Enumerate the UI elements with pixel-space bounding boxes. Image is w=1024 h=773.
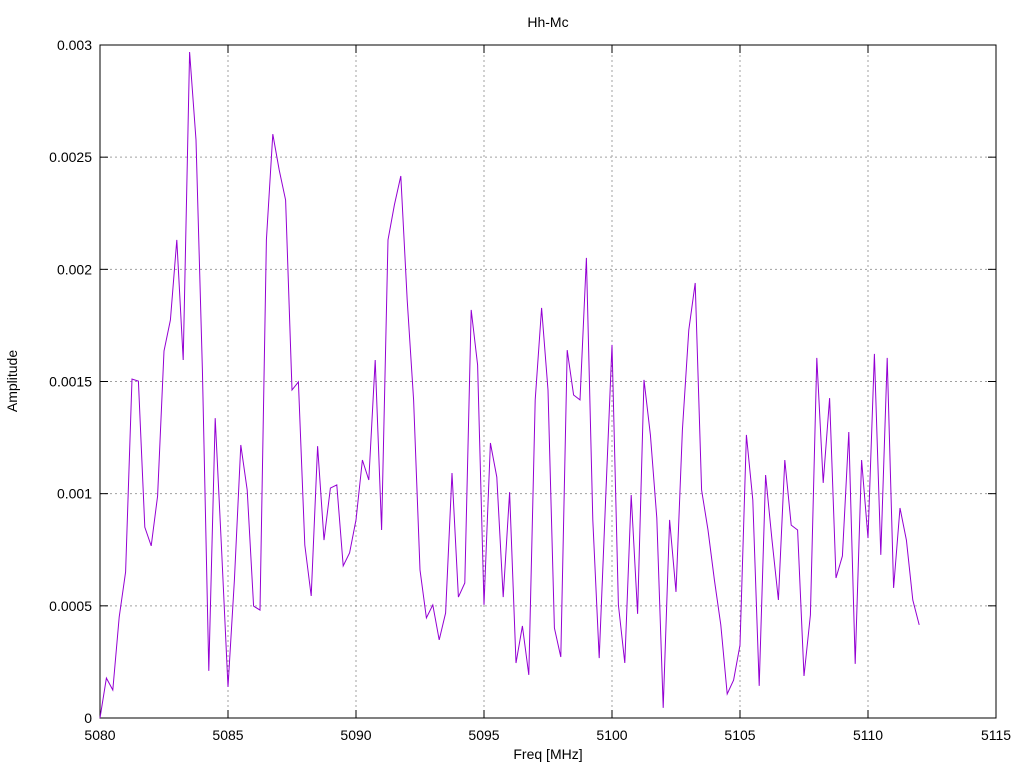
ticks: 0 0.0005 0.001 0.0015 0.002 0.0025 0.003 5080 50… bbox=[49, 37, 1011, 743]
series-line-hh-mc bbox=[99, 51, 920, 719]
chart-title: Hh-Mc bbox=[527, 14, 568, 30]
x-tick-label: 5110 bbox=[853, 727, 883, 743]
x-tick-label: 5090 bbox=[340, 727, 371, 743]
x-tick-label: 5080 bbox=[84, 727, 115, 743]
y-tick-label: 0.001 bbox=[57, 486, 92, 502]
y-tick-label: 0.002 bbox=[57, 261, 92, 277]
y-tick-label: 0 bbox=[84, 710, 92, 726]
y-tick-label: 0.0015 bbox=[49, 374, 92, 390]
y-tick-label: 0.0025 bbox=[49, 149, 92, 165]
y-axis-label: Amplitude bbox=[4, 350, 20, 412]
x-tick-label: 5115 bbox=[981, 727, 1011, 743]
grid bbox=[100, 45, 996, 718]
x-tick-label: 5105 bbox=[724, 727, 755, 743]
chart: 0 0.0005 0.001 0.0015 0.002 0.0025 0.003 5080 50… bbox=[4, 14, 1011, 762]
y-tick-label: 0.0005 bbox=[49, 598, 92, 614]
x-tick-label: 5085 bbox=[212, 727, 243, 743]
x-tick-label: 5095 bbox=[468, 727, 499, 743]
x-tick-label: 5100 bbox=[596, 727, 627, 743]
x-axis-label: Freq [MHz] bbox=[513, 746, 582, 762]
y-tick-label: 0.003 bbox=[57, 37, 92, 53]
